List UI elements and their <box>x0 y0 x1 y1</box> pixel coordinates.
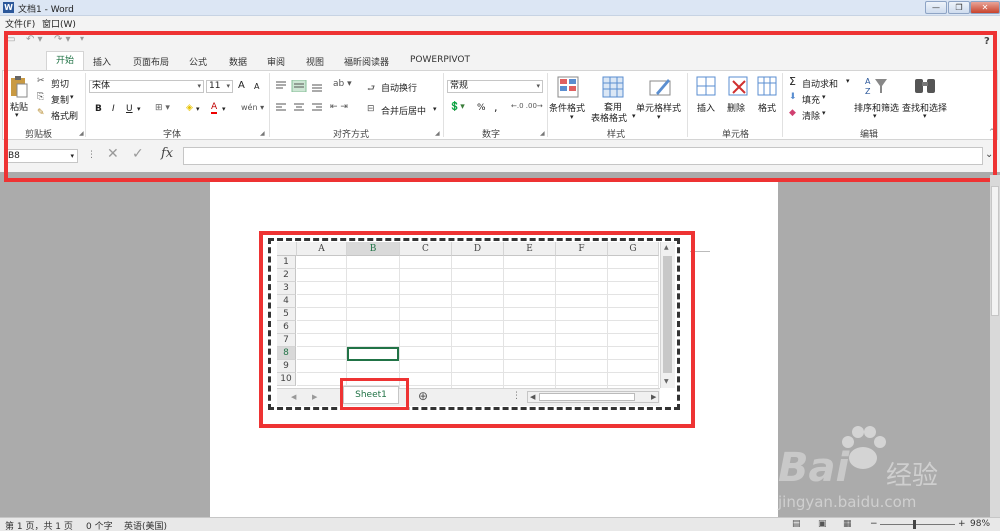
title-bar: W 文档1 - Word — ❐ ✕ <box>0 0 1000 16</box>
menu-file[interactable]: 文件(F) <box>5 17 35 30</box>
menu-bar: 文件(F) 窗口(W) <box>0 16 1000 30</box>
highlight-embedded-sheet <box>259 231 695 428</box>
scrollbar-thumb[interactable] <box>991 186 999 316</box>
status-bar: 第 1 页，共 1 页 0 个字 英语(美国) ▤ ▣ ▦ − + 98% <box>0 517 1000 531</box>
zoom-in-button[interactable]: + <box>958 519 966 529</box>
highlight-sheet-tab <box>340 378 409 410</box>
word-logo-icon: W <box>3 2 14 13</box>
zoom-slider-thumb[interactable] <box>913 520 916 529</box>
window-title: 文档1 - Word <box>18 5 74 15</box>
print-layout-icon[interactable]: ▣ <box>818 519 827 529</box>
restore-button[interactable]: ❐ <box>948 1 970 14</box>
word-count[interactable]: 0 个字 <box>86 519 113 531</box>
zoom-level[interactable]: 98% <box>970 519 990 529</box>
zoom-slider[interactable] <box>880 524 955 525</box>
page-count[interactable]: 第 1 页，共 1 页 <box>5 519 73 531</box>
minimize-button[interactable]: — <box>925 1 947 14</box>
paw-watermark-icon <box>842 426 886 469</box>
zoom-out-button[interactable]: − <box>870 519 878 529</box>
language[interactable]: 英语(美国) <box>124 519 167 531</box>
highlight-ribbon <box>4 31 997 182</box>
read-mode-icon[interactable]: ▤ <box>792 519 801 529</box>
web-layout-icon[interactable]: ▦ <box>843 519 852 529</box>
menu-window[interactable]: 窗口(W) <box>42 17 76 30</box>
close-button[interactable]: ✕ <box>970 1 1000 14</box>
watermark-url: jingyan.baidu.com <box>778 493 917 511</box>
watermark-cn: 经验 <box>886 461 939 491</box>
